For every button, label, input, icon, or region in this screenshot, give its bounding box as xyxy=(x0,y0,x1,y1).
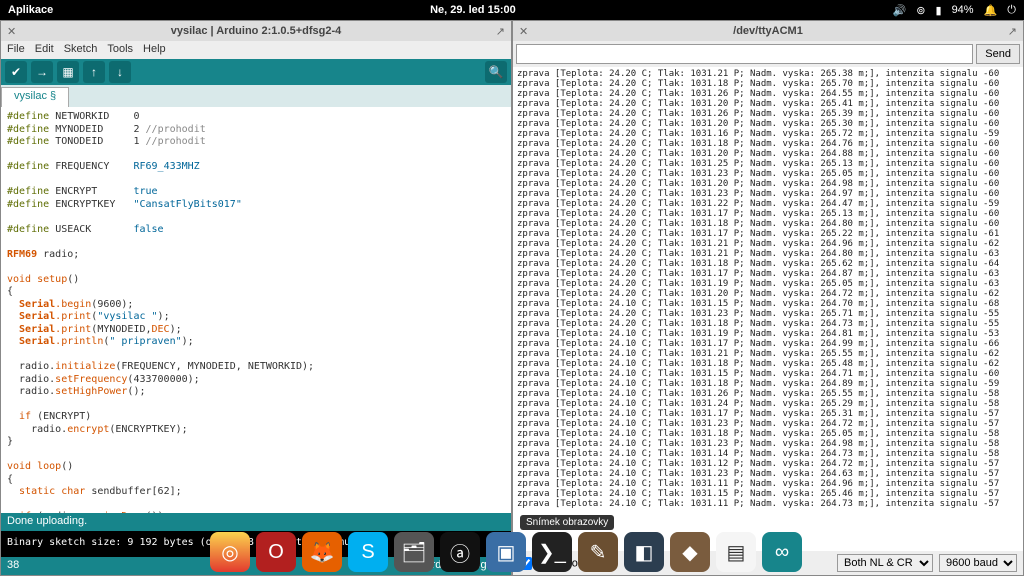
menu-file[interactable]: File xyxy=(7,43,25,57)
chrome-icon[interactable]: ◎ xyxy=(210,532,250,572)
arduino-window: ✕ vysilac | Arduino 2:1.0.5+dfsg2-4 ↗ Fi… xyxy=(0,20,512,576)
clock[interactable]: Ne, 29. led 15:00 xyxy=(53,4,892,16)
arduino-titlebar[interactable]: ✕ vysilac | Arduino 2:1.0.5+dfsg2-4 ↗ xyxy=(1,21,511,41)
serial-output[interactable]: zprava [Teplota: 24.20 C; Tlak: 1031.21 … xyxy=(513,67,1023,551)
serial-monitor-window: ✕ /dev/ttyACM1 ↗ Send zprava [Teplota: 2… xyxy=(512,20,1024,576)
code-editor[interactable]: #define NETWORKID 0 #define MYNODEID 2 /… xyxy=(1,107,511,513)
verify-button[interactable]: ✔ xyxy=(5,61,27,83)
amarok-icon[interactable]: ⓐ xyxy=(440,532,480,572)
arduino-menubar: File Edit Sketch Tools Help xyxy=(1,41,511,59)
power-icon[interactable]: ⏻ xyxy=(1007,4,1016,17)
serial-monitor-button[interactable]: 🔍 xyxy=(485,61,507,83)
serial-titlebar[interactable]: ✕ /dev/ttyACM1 ↗ xyxy=(513,21,1023,41)
krita-icon[interactable]: ◧ xyxy=(624,532,664,572)
tab-vysilac[interactable]: vysilac § xyxy=(1,87,69,107)
battery-percent: 94% xyxy=(952,4,974,16)
battery-icon[interactable]: ▮ xyxy=(936,4,942,17)
volume-icon[interactable]: 🔊 xyxy=(893,4,907,17)
system-topbar: Aplikace Ne, 29. led 15:00 🔊 ⊚ ▮ 94% 🔔 ⏻ xyxy=(0,0,1024,20)
new-button[interactable]: ▦ xyxy=(57,61,79,83)
inkscape-icon[interactable]: ◆ xyxy=(670,532,710,572)
wifi-icon[interactable]: ⊚ xyxy=(916,4,925,17)
line-number: 38 xyxy=(7,559,19,573)
close-icon[interactable]: ✕ xyxy=(519,25,533,38)
compile-status: Done uploading. xyxy=(1,513,511,531)
send-button[interactable]: Send xyxy=(976,44,1020,64)
maximize-icon[interactable]: ↗ xyxy=(491,25,505,38)
files-icon[interactable]: 🗂 xyxy=(394,532,434,572)
maximize-icon[interactable]: ↗ xyxy=(1003,25,1017,38)
dock: ◎ O 🦊 S 🗂 ⓐ ▣ ❯_ ✎ ◧ ◆ ▤ ∞ xyxy=(210,530,802,574)
line-ending-select[interactable]: Both NL & CR xyxy=(837,554,933,572)
activities-label[interactable]: Aplikace xyxy=(8,4,53,16)
menu-tools[interactable]: Tools xyxy=(107,43,133,57)
arduino-icon[interactable]: ∞ xyxy=(762,532,802,572)
notifications-icon[interactable]: 🔔 xyxy=(984,4,998,17)
close-icon[interactable]: ✕ xyxy=(7,25,21,38)
menu-help[interactable]: Help xyxy=(143,43,166,57)
save-button[interactable]: ↓ xyxy=(109,61,131,83)
libreoffice-icon[interactable]: ▤ xyxy=(716,532,756,572)
firefox-icon[interactable]: 🦊 xyxy=(302,532,342,572)
gimp-icon[interactable]: ✎ xyxy=(578,532,618,572)
terminal-icon[interactable]: ❯_ xyxy=(532,532,572,572)
dock-tooltip: Snímek obrazovky xyxy=(520,515,614,530)
opera-icon[interactable]: O xyxy=(256,532,296,572)
upload-button[interactable]: → xyxy=(31,61,53,83)
menu-sketch[interactable]: Sketch xyxy=(64,43,98,57)
serial-input[interactable] xyxy=(516,44,973,64)
open-button[interactable]: ↑ xyxy=(83,61,105,83)
baud-select[interactable]: 9600 baud xyxy=(939,554,1017,572)
screenshot-icon[interactable]: ▣ xyxy=(486,532,526,572)
serial-input-row: Send xyxy=(513,41,1023,67)
arduino-title: vysilac | Arduino 2:1.0.5+dfsg2-4 xyxy=(21,25,491,37)
sketch-tabs: vysilac § xyxy=(1,85,511,107)
skype-icon[interactable]: S xyxy=(348,532,388,572)
serial-title: /dev/ttyACM1 xyxy=(533,25,1003,37)
menu-edit[interactable]: Edit xyxy=(35,43,54,57)
arduino-toolbar: ✔ → ▦ ↑ ↓ 🔍 xyxy=(1,59,511,85)
